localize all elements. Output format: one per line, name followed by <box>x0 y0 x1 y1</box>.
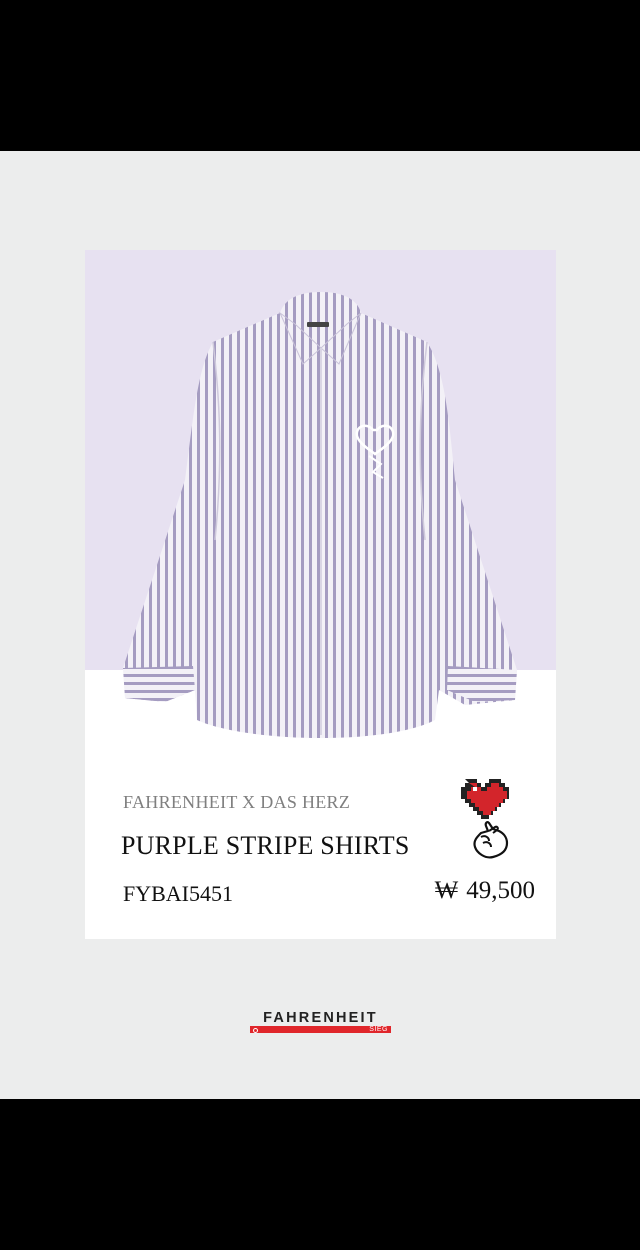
logo-wordmark: FAHRENHEIT <box>263 1010 378 1026</box>
content-area: FAHRENHEIT X DAS HERZ PURPLE STRIPE SHIR… <box>0 151 640 1099</box>
product-code: FYBAI5451 <box>123 881 234 906</box>
product-collection: FAHRENHEIT X DAS HERZ <box>123 792 351 812</box>
heart-finger-icon[interactable] <box>459 775 519 865</box>
logo-subtext: SIEG <box>369 1025 388 1033</box>
currency-symbol: ₩ <box>434 877 459 904</box>
price-value: 49,500 <box>466 877 535 904</box>
product-name[interactable]: PURPLE STRIPE SHIRTS <box>121 831 410 861</box>
product-card[interactable]: FAHRENHEIT X DAS HERZ PURPLE STRIPE SHIR… <box>85 250 556 939</box>
brand-logo[interactable]: FAHRENHEIT SIEG <box>250 1011 391 1036</box>
shirt-image[interactable] <box>85 250 556 770</box>
product-price: ₩49,500 <box>435 877 535 905</box>
logo-dot-icon <box>253 1028 258 1033</box>
